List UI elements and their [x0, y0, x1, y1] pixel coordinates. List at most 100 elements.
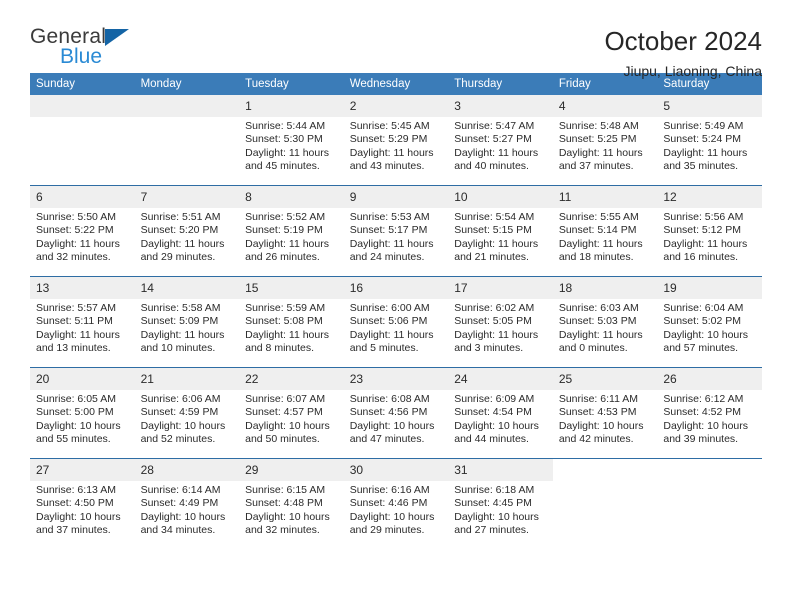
- calendar-day-cell[interactable]: 2 Sunrise: 5:45 AM Sunset: 5:29 PM Daylight…: [343, 95, 449, 186]
- day-cell-inner: 1 Sunrise: 5:44 AM Sunset: 5:30 PM Daylight…: [239, 95, 344, 185]
- sunset-text: Sunset: 5:20 PM: [140, 224, 219, 237]
- day-cell-inner: 6 Sunrise: 5:50 AM Sunset: 5:22 PM Daylight…: [30, 186, 135, 276]
- day-details: Sunrise: 6:02 AM Sunset: 5:05 PM Daylight:…: [448, 299, 553, 356]
- calendar-day-cell[interactable]: 27 Sunrise: 6:13 AM Sunset: 4:50 PM Dayligh…: [30, 458, 135, 549]
- calendar-day-cell[interactable]: 15 Sunrise: 5:59 AM Sunset: 5:08 PM Dayligh…: [239, 276, 344, 368]
- day-number: 6: [30, 186, 135, 208]
- calendar-day-cell[interactable]: 4 Sunrise: 5:48 AM Sunset: 5:25 PM Daylight…: [552, 95, 658, 186]
- sunrise-text: Sunrise: 6:06 AM: [140, 393, 221, 405]
- day-details: Sunrise: 5:45 AM Sunset: 5:29 PM Daylight:…: [344, 117, 449, 174]
- daylight-text: Daylight: 10 hours and 27 minutes.: [454, 510, 539, 537]
- daylight-text: Daylight: 11 hours and 8 minutes.: [245, 328, 329, 355]
- calendar-day-cell[interactable]: 7 Sunrise: 5:51 AM Sunset: 5:20 PM Daylight…: [134, 185, 240, 277]
- day-cell-inner: 19 Sunrise: 6:04 AM Sunset: 5:02 PM Dayligh…: [657, 277, 762, 367]
- day-number: 18: [552, 277, 658, 299]
- sunrise-text: Sunrise: 6:11 AM: [558, 393, 638, 405]
- sunset-text: Sunset: 5:02 PM: [663, 315, 742, 328]
- day-details: Sunrise: 6:07 AM Sunset: 4:57 PM Daylight:…: [239, 390, 344, 447]
- sunset-text: Sunset: 5:06 PM: [349, 315, 428, 328]
- day-number: [134, 95, 240, 117]
- sunrise-text: Sunrise: 5:55 AM: [558, 211, 639, 223]
- weekday-header-sunday: Sunday: [30, 73, 135, 95]
- daylight-text: Daylight: 11 hours and 18 minutes.: [558, 237, 643, 264]
- calendar-day-cell[interactable]: 30 Sunrise: 6:16 AM Sunset: 4:46 PM Dayligh…: [343, 458, 449, 549]
- day-cell-inner: 7 Sunrise: 5:51 AM Sunset: 5:20 PM Daylight…: [134, 186, 240, 276]
- sunset-text: Sunset: 5:22 PM: [36, 224, 114, 237]
- day-details: Sunrise: 5:47 AM Sunset: 5:27 PM Daylight:…: [448, 117, 553, 174]
- day-number: 14: [134, 277, 240, 299]
- daylight-text: Daylight: 11 hours and 24 minutes.: [349, 237, 434, 264]
- calendar-day-cell[interactable]: 17 Sunrise: 6:02 AM Sunset: 5:05 PM Dayligh…: [448, 276, 553, 368]
- sunrise-text: Sunrise: 6:18 AM: [454, 484, 535, 496]
- calendar-page: General Blue October 2024 Jiupu, Liaonin…: [0, 0, 792, 612]
- day-number: 30: [343, 459, 449, 481]
- calendar-day-cell[interactable]: 12 Sunrise: 5:56 AM Sunset: 5:12 PM Dayligh…: [657, 185, 762, 277]
- day-number: 19: [657, 277, 762, 299]
- day-cell-inner: 5 Sunrise: 5:49 AM Sunset: 5:24 PM Daylight…: [657, 95, 762, 185]
- weekday-header-tuesday: Tuesday: [239, 73, 344, 95]
- calendar-day-cell[interactable]: 31 Sunrise: 6:18 AM Sunset: 4:45 PM Dayligh…: [448, 458, 553, 549]
- calendar-day-cell[interactable]: 22 Sunrise: 6:07 AM Sunset: 4:57 PM Dayligh…: [239, 367, 344, 459]
- day-details: Sunrise: 6:12 AM Sunset: 4:52 PM Daylight:…: [657, 390, 762, 447]
- sunrise-text: Sunrise: 6:00 AM: [349, 302, 430, 314]
- sunrise-text: Sunrise: 5:52 AM: [245, 211, 326, 223]
- calendar-day-cell[interactable]: 3 Sunrise: 5:47 AM Sunset: 5:27 PM Daylight…: [448, 95, 553, 186]
- sunset-text: Sunset: 5:29 PM: [349, 133, 428, 146]
- day-details: Sunrise: 5:57 AM Sunset: 5:11 PM Daylight:…: [30, 299, 135, 356]
- day-cell-inner: 14 Sunrise: 5:58 AM Sunset: 5:09 PM Dayligh…: [134, 277, 240, 367]
- sunset-text: Sunset: 4:53 PM: [558, 406, 637, 419]
- sunrise-text: Sunrise: 6:07 AM: [245, 393, 326, 405]
- calendar-day-cell[interactable]: 28 Sunrise: 6:14 AM Sunset: 4:49 PM Dayligh…: [134, 458, 240, 549]
- calendar-week-row: 20 Sunrise: 6:05 AM Sunset: 5:00 PM Dayligh…: [30, 367, 762, 459]
- day-number: 21: [134, 368, 240, 390]
- sunrise-text: Sunrise: 5:47 AM: [454, 120, 535, 132]
- calendar-day-cell[interactable]: 20 Sunrise: 6:05 AM Sunset: 5:00 PM Dayligh…: [30, 367, 135, 459]
- daylight-text: Daylight: 10 hours and 29 minutes.: [349, 510, 435, 537]
- calendar-day-cell[interactable]: 5 Sunrise: 5:49 AM Sunset: 5:24 PM Daylight…: [657, 95, 762, 186]
- calendar-day-cell[interactable]: 18 Sunrise: 6:03 AM Sunset: 5:03 PM Dayligh…: [552, 276, 658, 368]
- day-number: 4: [552, 95, 658, 117]
- calendar-day-cell[interactable]: 19 Sunrise: 6:04 AM Sunset: 5:02 PM Dayligh…: [657, 276, 762, 368]
- calendar-day-cell[interactable]: 13 Sunrise: 5:57 AM Sunset: 5:11 PM Dayligh…: [30, 276, 135, 368]
- calendar-day-cell[interactable]: 1 Sunrise: 5:44 AM Sunset: 5:30 PM Daylight…: [239, 95, 344, 186]
- calendar-day-cell[interactable]: 21 Sunrise: 6:06 AM Sunset: 4:59 PM Dayligh…: [134, 367, 240, 459]
- calendar-day-cell[interactable]: 25 Sunrise: 6:11 AM Sunset: 4:53 PM Dayligh…: [552, 367, 658, 459]
- day-cell-inner: [134, 95, 240, 185]
- day-number: 13: [30, 277, 135, 299]
- calendar-day-cell[interactable]: 10 Sunrise: 5:54 AM Sunset: 5:15 PM Dayligh…: [448, 185, 553, 277]
- calendar-week-row: 27 Sunrise: 6:13 AM Sunset: 4:50 PM Dayligh…: [30, 458, 762, 549]
- sunrise-text: Sunrise: 5:58 AM: [140, 302, 221, 314]
- sunrise-text: Sunrise: 6:15 AM: [245, 484, 326, 496]
- day-number: 11: [552, 186, 658, 208]
- calendar-day-cell[interactable]: 16 Sunrise: 6:00 AM Sunset: 5:06 PM Dayligh…: [343, 276, 449, 368]
- calendar-day-cell[interactable]: 14 Sunrise: 5:58 AM Sunset: 5:09 PM Dayligh…: [134, 276, 240, 368]
- calendar-day-cell[interactable]: 29 Sunrise: 6:15 AM Sunset: 4:48 PM Dayligh…: [239, 458, 344, 549]
- day-details: Sunrise: 5:44 AM Sunset: 5:30 PM Daylight:…: [239, 117, 344, 174]
- day-number: 8: [239, 186, 344, 208]
- calendar-day-cell[interactable]: 8 Sunrise: 5:52 AM Sunset: 5:19 PM Daylight…: [239, 185, 344, 277]
- calendar-day-cell[interactable]: 9 Sunrise: 5:53 AM Sunset: 5:17 PM Daylight…: [343, 185, 449, 277]
- daylight-text: Daylight: 11 hours and 29 minutes.: [140, 237, 225, 264]
- daylight-text: Daylight: 10 hours and 47 minutes.: [349, 419, 435, 446]
- day-number: 27: [30, 459, 135, 481]
- day-number: 17: [448, 277, 553, 299]
- page-title: October 2024: [604, 26, 762, 56]
- weekday-header-wednesday: Wednesday: [343, 73, 449, 95]
- daylight-text: Daylight: 11 hours and 43 minutes.: [349, 146, 434, 173]
- day-details: Sunrise: 5:52 AM Sunset: 5:19 PM Daylight:…: [239, 208, 344, 265]
- day-details: Sunrise: 6:09 AM Sunset: 4:54 PM Daylight:…: [448, 390, 553, 447]
- logo-triangle-icon: [105, 29, 129, 46]
- calendar-day-cell[interactable]: 26 Sunrise: 6:12 AM Sunset: 4:52 PM Dayligh…: [657, 367, 762, 459]
- general-blue-logo[interactable]: General Blue: [30, 26, 150, 72]
- calendar-grid: Sunday Monday Tuesday Wednesday Thursday…: [30, 73, 762, 549]
- sunrise-text: Sunrise: 6:02 AM: [454, 302, 535, 314]
- calendar-day-cell[interactable]: 24 Sunrise: 6:09 AM Sunset: 4:54 PM Dayligh…: [448, 367, 553, 459]
- day-cell-inner: 31 Sunrise: 6:18 AM Sunset: 4:45 PM Dayligh…: [448, 459, 553, 549]
- calendar-day-cell[interactable]: 23 Sunrise: 6:08 AM Sunset: 4:56 PM Dayligh…: [343, 367, 449, 459]
- calendar-day-cell[interactable]: 11 Sunrise: 5:55 AM Sunset: 5:14 PM Dayligh…: [552, 185, 658, 277]
- calendar-day-cell-empty: [30, 95, 135, 186]
- day-details: Sunrise: 6:15 AM Sunset: 4:48 PM Daylight:…: [239, 481, 344, 538]
- daylight-text: Daylight: 11 hours and 32 minutes.: [36, 237, 120, 264]
- sunrise-text: Sunrise: 5:48 AM: [558, 120, 639, 132]
- calendar-day-cell[interactable]: 6 Sunrise: 5:50 AM Sunset: 5:22 PM Daylight…: [30, 185, 135, 277]
